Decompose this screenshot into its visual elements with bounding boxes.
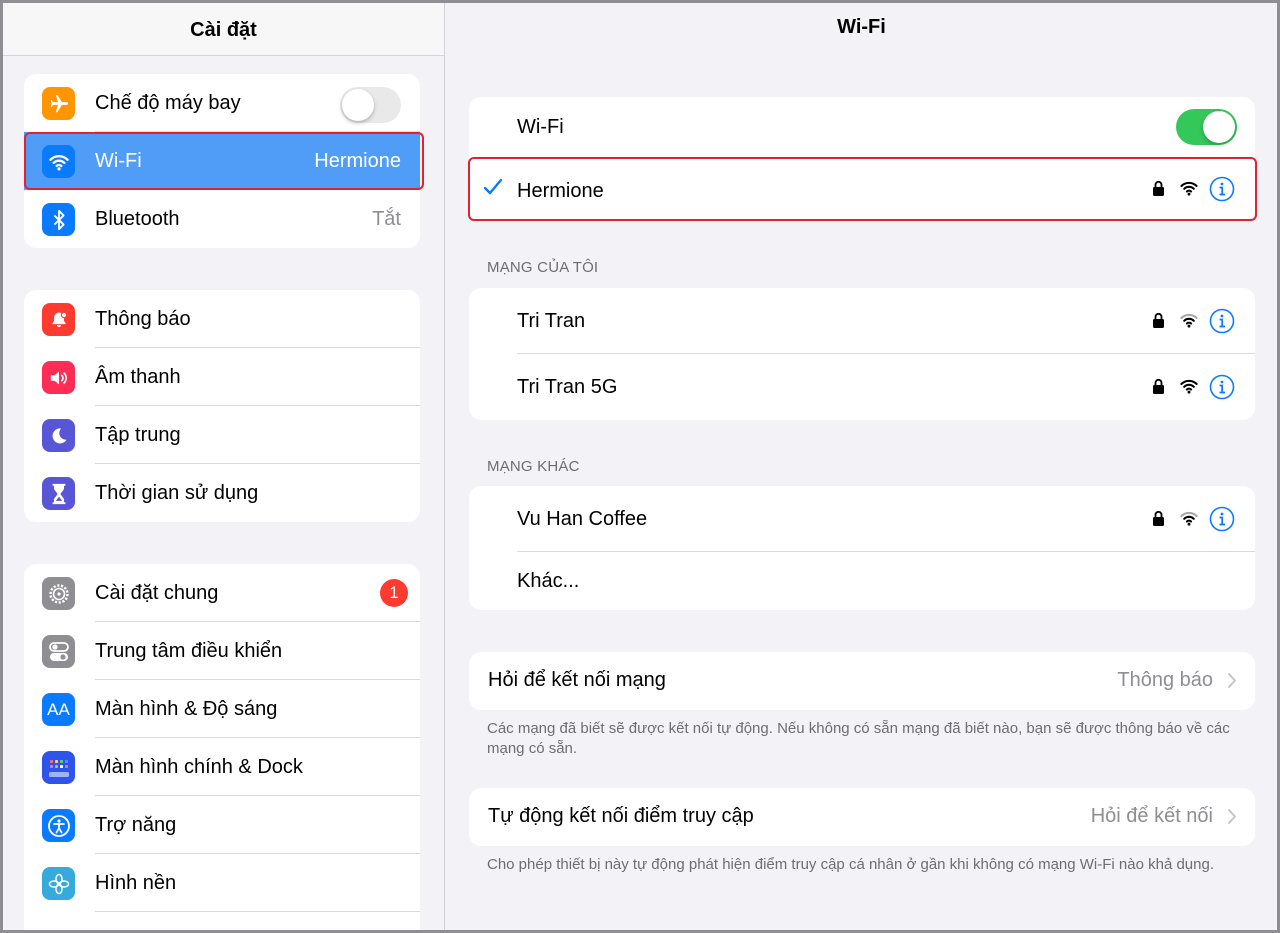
wifi-signal-icon [1179,378,1199,399]
sidebar-item-value: Hermione [314,149,401,172]
wifi-toggle[interactable] [1176,109,1237,145]
sidebar-item-sounds[interactable]: Âm thanh [24,348,420,406]
hourglass-icon [42,477,75,510]
wifi-toggle-row: Wi-Fi [469,97,1255,159]
airplane-icon [42,87,75,120]
sidebar-group-general: Cài đặt chung 1 Trung tâm điều khiển AA … [24,564,420,930]
other-networks-card: Vu Han Coffee Khác... [469,486,1255,610]
chevron-right-icon [1227,808,1237,830]
ask-join-footnote: Các mạng đã biết sẽ được kết nối tự động… [487,720,1230,757]
speaker-icon [42,361,75,394]
sidebar-item-label: Thời gian sử dụng [95,481,259,504]
sidebar-item-wifi[interactable]: Wi-Fi Hermione [24,132,420,190]
sidebar-item-value: Tắt [372,207,401,230]
sidebar-item-notifications[interactable]: Thông báo [24,290,420,348]
wifi-toggle-label: Wi-Fi [517,116,564,138]
other-network-row[interactable]: Khác... [469,552,1255,610]
info-icon[interactable] [1209,308,1235,339]
sidebar-item-bluetooth[interactable]: Bluetooth Tắt [24,190,420,248]
update-badge: 1 [380,579,408,607]
lock-icon [1152,510,1165,532]
sidebar-item-label: Bluetooth [95,207,180,230]
sidebar-item-label: Cài đặt chung [95,581,219,604]
settings-sidebar: Cài đặt Chế độ máy bay Wi-Fi Hermione Bl… [3,3,445,930]
notification-bell-icon [42,303,75,336]
home-grid-icon [42,751,75,784]
info-icon[interactable] [1209,176,1235,207]
text-size-icon: AA [42,693,75,726]
page-title: Wi-Fi [837,16,886,38]
sidebar-item-home-screen-dock[interactable]: Màn hình chính & Dock [24,738,420,796]
sidebar-group-notifications: Thông báo Âm thanh Tập trung Thời gian s… [24,290,420,522]
sidebar-item-label: Màn hình chính & Dock [95,755,303,778]
auto-hotspot-footnote: Cho phép thiết bị này tự động phát hiện … [487,856,1214,873]
sidebar-item-label: Hình nền [95,871,177,894]
connected-network-row[interactable]: Hermione [469,159,1255,221]
sidebar-item-general[interactable]: Cài đặt chung 1 [24,564,420,622]
other-network-label: Khác... [517,570,580,592]
sidebar-item-label: Wi-Fi [95,149,142,172]
ask-join-row[interactable]: Hỏi để kết nối mạng Thông báo [469,652,1255,710]
auto-hotspot-row[interactable]: Tự động kết nối điểm truy cập Hỏi để kết… [469,788,1255,846]
auto-hotspot-card: Tự động kết nối điểm truy cập Hỏi để kết… [469,788,1255,846]
my-networks-card: Tri Tran Tri Tran 5G [469,288,1255,420]
sidebar-item-airplane-mode[interactable]: Chế độ máy bay [24,74,420,132]
lock-icon [1152,180,1165,202]
gear-icon [42,577,75,610]
sidebar-item-label: Màn hình & Độ sáng [95,697,278,720]
other-networks-header: MẠNG KHÁC [487,458,580,475]
info-icon[interactable] [1209,374,1235,405]
wifi-main-card: Wi-Fi Hermione [469,97,1255,221]
auto-hotspot-label: Tự động kết nối điểm truy cập [488,805,754,827]
airplane-mode-toggle[interactable] [340,87,401,123]
info-icon[interactable] [1209,506,1235,537]
sidebar-group-connectivity: Chế độ máy bay Wi-Fi Hermione Bluetooth … [24,74,420,248]
wifi-signal-icon [1179,312,1199,333]
network-name: Tri Tran 5G [517,376,618,398]
moon-icon [42,419,75,452]
wifi-icon [42,145,75,178]
sidebar-item-display-brightness[interactable]: AA Màn hình & Độ sáng [24,680,420,738]
sidebar-item-label: Trợ năng [95,813,177,836]
network-name: Vu Han Coffee [517,508,648,530]
chevron-right-icon [1227,672,1237,694]
network-name: Hermione [517,180,604,202]
sidebar-item-label: Thông báo [95,307,191,330]
network-row-vu-han-coffee[interactable]: Vu Han Coffee [469,486,1255,552]
my-networks-header: MẠNG CỦA TÔI [487,259,599,276]
sidebar-item-label: Chế độ máy bay [95,91,241,114]
lock-icon [1152,378,1165,400]
flower-icon [42,867,75,900]
ask-join-card: Hỏi để kết nối mạng Thông báo [469,652,1255,710]
network-row-tri-tran-5g[interactable]: Tri Tran 5G [469,354,1255,420]
lock-icon [1152,312,1165,334]
sidebar-item-accessibility[interactable]: Trợ năng [24,796,420,854]
sidebar-title: Cài đặt [3,3,444,56]
wifi-signal-icon [1179,180,1199,201]
sidebar-item-label: Âm thanh [95,365,181,388]
sidebar-item-control-center[interactable]: Trung tâm điều khiển [24,622,420,680]
ask-join-value: Thông báo [1117,669,1213,691]
network-row-tri-tran[interactable]: Tri Tran [469,288,1255,354]
sidebar-item-screen-time[interactable]: Thời gian sử dụng [24,464,420,522]
sidebar-item-label: Trung tâm điều khiển [95,639,283,662]
sidebar-item-focus[interactable]: Tập trung [24,406,420,464]
network-name: Tri Tran [517,310,586,332]
sidebar-item-wallpaper[interactable]: Hình nền [24,854,420,912]
accessibility-icon [42,809,75,842]
auto-hotspot-value: Hỏi để kết nối [1090,805,1213,827]
wifi-signal-icon [1179,510,1199,531]
wifi-settings-panel: Wi-Fi Wi-Fi Hermione MẠNG CỦA TÔI Tri Tr… [446,3,1277,930]
sidebar-item-label: Tập trung [95,423,181,446]
checkmark-icon [483,177,503,202]
control-switches-icon [42,635,75,668]
bluetooth-icon [42,203,75,236]
ask-join-label: Hỏi để kết nối mạng [488,669,666,691]
